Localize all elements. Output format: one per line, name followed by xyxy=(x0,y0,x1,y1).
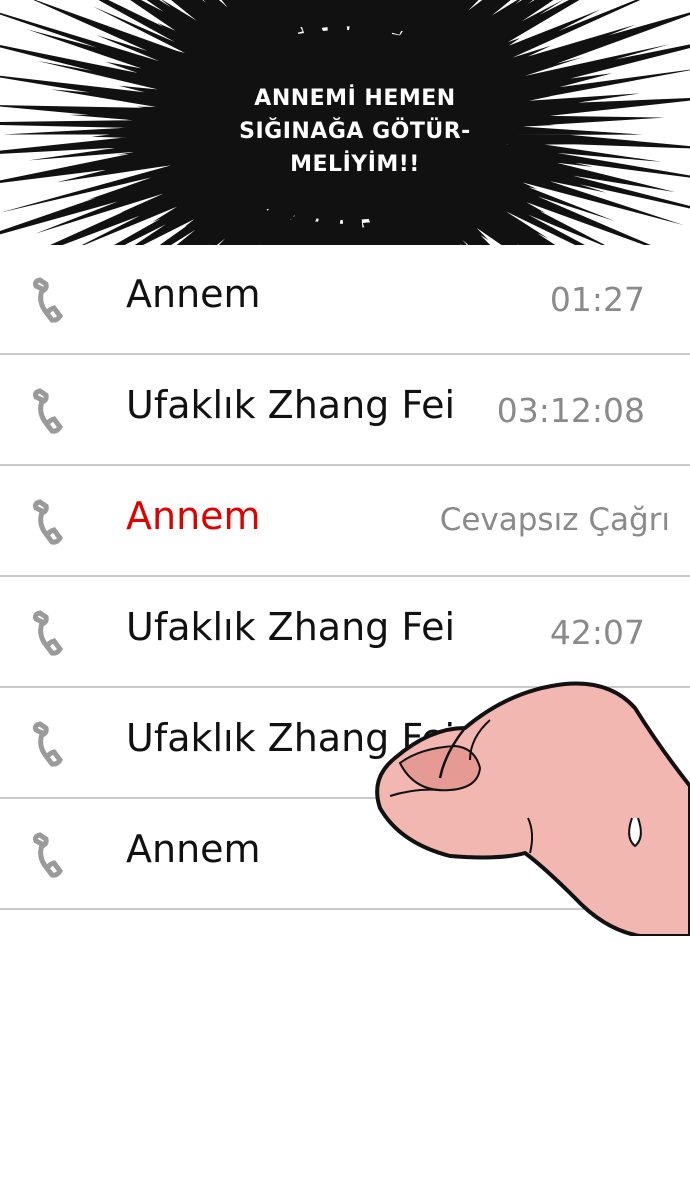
call-duration: 42:07 xyxy=(549,613,645,652)
phone-handset-icon xyxy=(33,610,64,656)
call-log-row[interactable]: Ufaklık Zhang Fei 03:12:08 xyxy=(0,355,690,466)
speech-burst-panel: ANNEMİ HEMEN SIĞINAĞA GÖTÜR- MELİYİM!! xyxy=(0,0,690,245)
call-log-row[interactable]: Annem 01:27 xyxy=(0,244,690,355)
contact-name: Ufaklık Zhang Fei xyxy=(126,383,456,427)
phone-handset-icon xyxy=(33,277,64,323)
call-duration: 01:27 xyxy=(549,280,645,319)
phone-handset-icon xyxy=(33,388,64,434)
speech-bubble-text: ANNEMİ HEMEN SIĞINAĞA GÖTÜR- MELİYİM!! xyxy=(205,82,505,181)
speech-line-3: MELİYİM!! xyxy=(290,152,420,177)
speech-line-2: SIĞINAĞA GÖTÜR- xyxy=(239,119,471,144)
phone-handset-icon xyxy=(33,832,64,878)
missed-call-label: Cevapsız Çağrı xyxy=(439,502,670,538)
speech-line-1: ANNEMİ HEMEN xyxy=(254,86,456,111)
phone-handset-icon xyxy=(33,499,64,545)
tapping-finger-illustration xyxy=(375,681,690,936)
contact-name: Annem xyxy=(126,272,261,316)
call-log-row-missed[interactable]: Annem Cevapsız Çağrı xyxy=(0,466,690,577)
contact-name: Annem xyxy=(126,494,261,538)
call-duration: 03:12:08 xyxy=(496,391,645,430)
contact-name: Ufaklık Zhang Fei xyxy=(126,605,456,649)
contact-name: Annem xyxy=(126,827,261,871)
phone-handset-icon xyxy=(33,721,64,767)
